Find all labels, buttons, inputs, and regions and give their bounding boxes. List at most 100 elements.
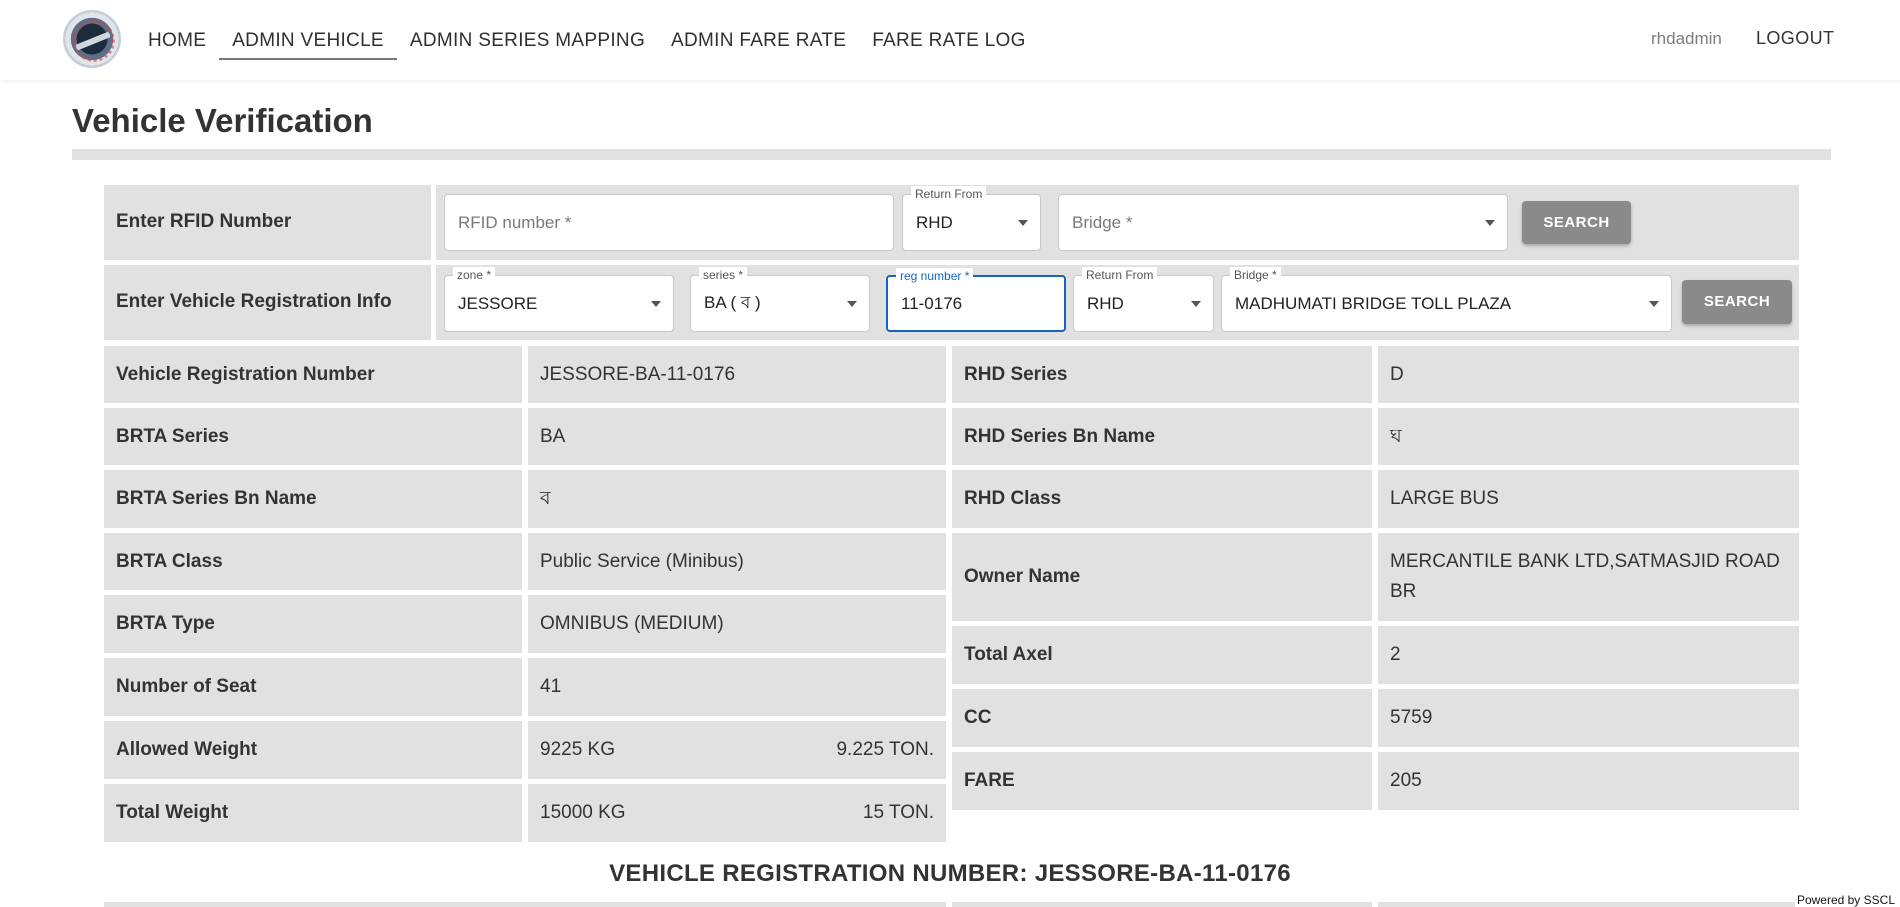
info-label-cell: Number of Seat (104, 658, 522, 716)
info-label-cell: CC (952, 689, 1372, 747)
info-value-cell: LARGE BUS (1378, 470, 1799, 528)
nav-home[interactable]: HOME (135, 22, 219, 60)
chevron-down-icon (651, 300, 661, 307)
nav-admin-fare-rate[interactable]: ADMIN FARE RATE (658, 22, 859, 60)
info-value: 5759 (1390, 707, 1433, 728)
info-value: Public Service (Minibus) (540, 550, 744, 572)
info-label: RHD Series (964, 363, 1068, 385)
rfid-number-input[interactable]: RFID number * (444, 194, 894, 251)
info-value-cell: Public Service (Minibus) (528, 533, 946, 590)
nav-admin-series-mapping[interactable]: ADMIN SERIES MAPPING (397, 22, 658, 60)
info-value: 41 (540, 676, 562, 697)
info-value: 15000 KG (540, 802, 626, 823)
info-value: D (1390, 363, 1404, 385)
info-value: OMNIBUS (MEDIUM) (540, 613, 724, 634)
info-label-cell: Vehicle Registration Number (104, 346, 522, 403)
info-value: ব (540, 488, 551, 509)
info-label: Total Axel (964, 644, 1053, 665)
info-value-cell: 15000 KG 15 TON. (528, 784, 946, 842)
vehicle-registration-heading: VEHICLE REGISTRATION NUMBER: JESSORE-BA-… (609, 860, 1291, 887)
rfid-label-cell: Enter RFID Number (104, 185, 431, 260)
info-value-cell: MERCANTILE BANK LTD,SATMASJID ROAD BR (1378, 533, 1799, 621)
info-value: BA (540, 425, 566, 447)
rfid-return-from-value: RHD (916, 212, 953, 232)
info-value-cell: 205 (1378, 752, 1799, 810)
reg-bridge-value: MADHUMATI BRIDGE TOLL PLAZA (1235, 293, 1512, 313)
powered-by-footer: Powered by SSCL (1794, 893, 1897, 907)
info-label-cell: BRTA Series Bn Name (104, 470, 522, 528)
page-title: Vehicle Verification (72, 102, 373, 139)
info-label-cell: RHD Series (952, 346, 1372, 403)
next-table-strip (1378, 902, 1799, 907)
info-label-cell: BRTA Type (104, 595, 522, 653)
rfid-row-label: Enter RFID Number (116, 211, 292, 232)
info-value-secondary: 9.225 TON. (836, 739, 934, 760)
info-label-cell: BRTA Series (104, 408, 522, 465)
info-label: Vehicle Registration Number (116, 363, 375, 385)
info-value: JESSORE-BA-11-0176 (540, 363, 736, 385)
reg-label-cell: Enter Vehicle Registration Info (104, 265, 431, 340)
info-value: 2 (1390, 644, 1401, 665)
next-table-strip (952, 902, 1372, 907)
chevron-down-icon (1018, 219, 1028, 226)
nav-fare-rate-log[interactable]: FARE RATE LOG (859, 22, 1038, 60)
reg-search-button[interactable]: SEARCH (1682, 280, 1792, 324)
series-legend: series * (699, 267, 748, 283)
reg-number-input[interactable]: reg number * 11-0176 (886, 268, 1066, 332)
info-label-cell: Owner Name (952, 533, 1372, 621)
info-label: BRTA Series Bn Name (116, 488, 317, 509)
info-value-cell: JESSORE-BA-11-0176 (528, 346, 946, 403)
info-value: ঘ (1390, 425, 1402, 447)
info-value-cell: 5759 (1378, 689, 1799, 747)
current-user: rhdadmin (1651, 29, 1722, 48)
rfid-return-from-legend: Return From (911, 186, 987, 202)
info-label: BRTA Series (116, 425, 229, 447)
reg-return-from-select[interactable]: Return From RHD (1073, 267, 1214, 332)
info-value-cell: 41 (528, 658, 946, 716)
info-label: RHD Series Bn Name (964, 425, 1156, 447)
reg-bridge-legend: Bridge * (1230, 267, 1281, 283)
info-label-cell: RHD Series Bn Name (952, 408, 1372, 465)
info-value: 205 (1390, 770, 1422, 791)
info-label: BRTA Class (116, 550, 223, 572)
rfid-bridge-placeholder: Bridge * (1072, 212, 1133, 232)
title-divider (72, 149, 1831, 160)
info-label: Owner Name (964, 566, 1081, 587)
info-value: LARGE BUS (1390, 488, 1499, 509)
reg-number-legend: reg number * (896, 268, 974, 284)
info-value-cell: 2 (1378, 626, 1799, 684)
info-label: Allowed Weight (116, 739, 258, 760)
chevron-down-icon (1191, 300, 1201, 307)
info-label: Number of Seat (116, 676, 257, 697)
info-value-cell: D (1378, 346, 1799, 403)
bridge-logo-icon[interactable] (63, 10, 121, 68)
info-value: MERCANTILE BANK LTD,SATMASJID ROAD BR (1390, 551, 1780, 602)
rfid-search-button[interactable]: SEARCH (1522, 201, 1631, 244)
info-label: RHD Class (964, 488, 1062, 509)
logout-button[interactable]: LOGOUT (1756, 28, 1834, 49)
reg-bridge-select[interactable]: Bridge * MADHUMATI BRIDGE TOLL PLAZA (1221, 267, 1672, 332)
info-label-cell: BRTA Class (104, 533, 522, 590)
info-label: FARE (964, 770, 1015, 791)
series-select[interactable]: series * BA ( ব ) (690, 267, 870, 332)
next-table-strip (104, 902, 946, 907)
info-value-cell: 9225 KG 9.225 TON. (528, 721, 946, 779)
series-value: BA ( ব ) (704, 292, 761, 312)
info-value: 9225 KG (540, 739, 615, 760)
rfid-bridge-select[interactable]: Bridge * (1058, 194, 1508, 251)
main-nav: HOME ADMIN VEHICLE ADMIN SERIES MAPPING … (135, 22, 1039, 60)
reg-row-label: Enter Vehicle Registration Info (116, 291, 392, 312)
chevron-down-icon (1649, 300, 1659, 307)
rfid-number-placeholder: RFID number * (458, 212, 572, 232)
zone-legend: zone * (453, 267, 496, 283)
reg-number-value: 11-0176 (901, 293, 963, 313)
nav-admin-vehicle[interactable]: ADMIN VEHICLE (219, 22, 397, 60)
reg-return-from-legend: Return From (1082, 267, 1158, 283)
info-label-cell: Total Axel (952, 626, 1372, 684)
rfid-return-from-select[interactable]: Return From RHD (902, 186, 1041, 251)
info-label-cell: Total Weight (104, 784, 522, 842)
chevron-down-icon (847, 300, 857, 307)
info-value-cell: OMNIBUS (MEDIUM) (528, 595, 946, 653)
zone-select[interactable]: zone * JESSORE (444, 267, 674, 332)
reg-return-from-value: RHD (1087, 293, 1124, 313)
